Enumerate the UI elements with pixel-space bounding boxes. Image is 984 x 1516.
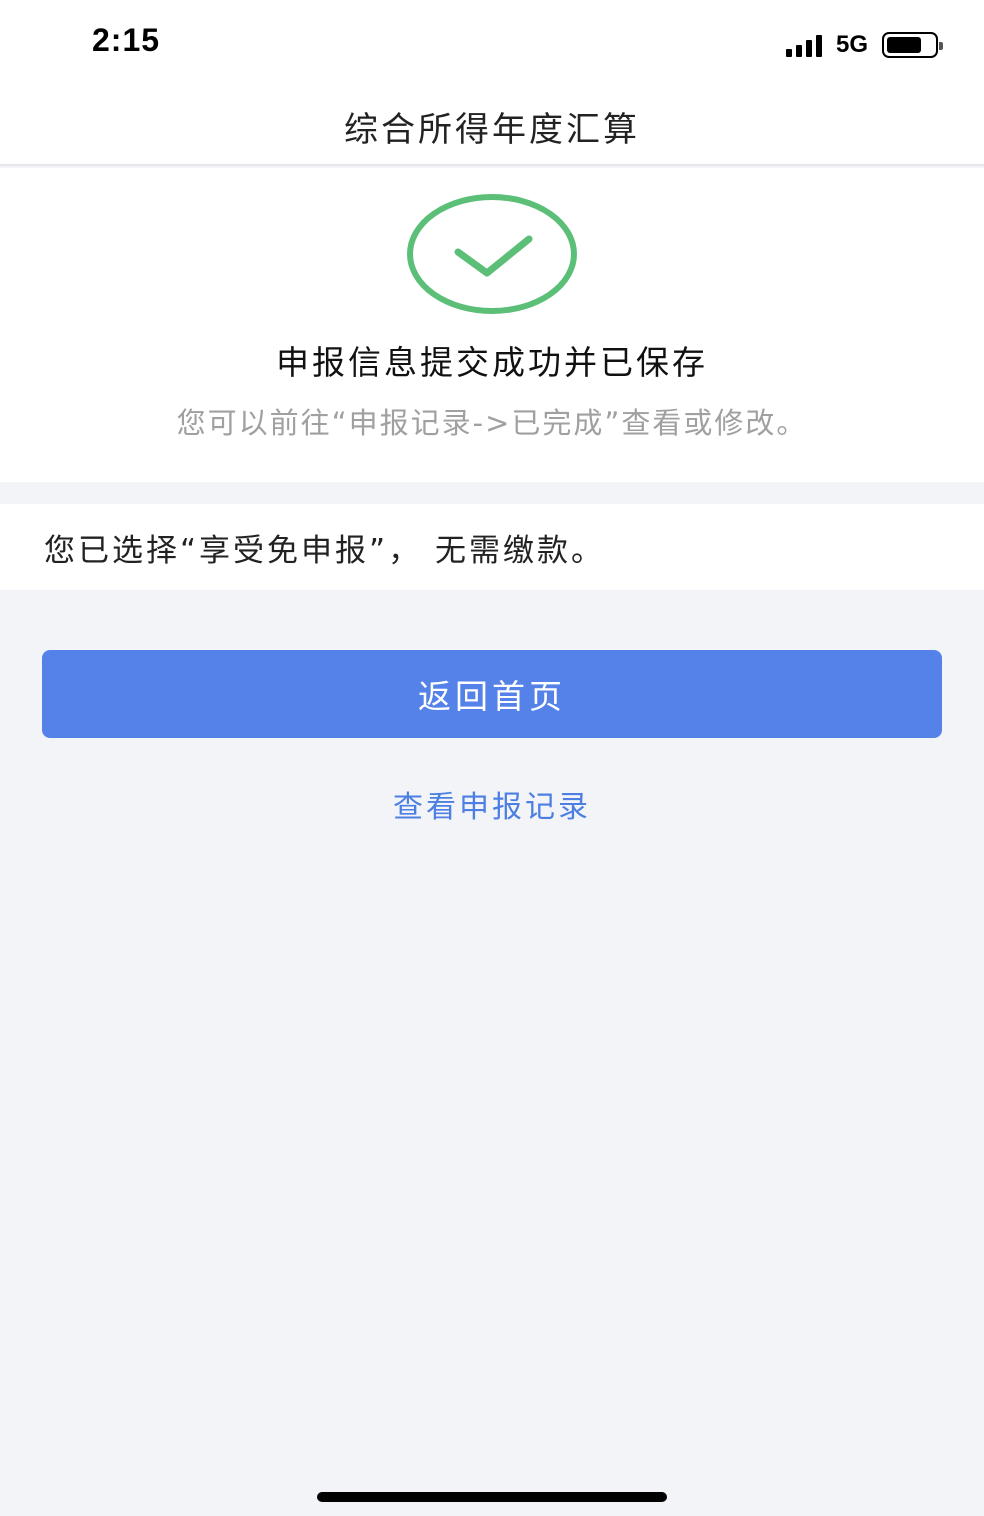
battery-icon <box>882 32 943 58</box>
return-home-button[interactable]: 返回首页 <box>42 650 942 738</box>
check-circle-icon <box>407 194 577 314</box>
result-card: 申报信息提交成功并已保存 您可以前往“申报记录->已完成”查看或修改。 <box>0 168 984 482</box>
signal-icon <box>785 33 822 57</box>
page-title: 综合所得年度汇算 <box>344 109 640 150</box>
result-title: 申报信息提交成功并已保存 <box>276 343 708 382</box>
nav-header: 综合所得年度汇算 <box>0 88 984 166</box>
status-indicators: 5G <box>785 28 943 62</box>
result-hint: 您可以前往“申报记录->已完成”查看或修改。 <box>176 406 808 440</box>
status-time: 2:15 <box>92 22 161 58</box>
view-records-link[interactable]: 查看申报记录 <box>0 782 984 826</box>
network-label: 5G <box>835 31 868 58</box>
return-home-label: 返回首页 <box>418 678 566 715</box>
notice-text: 您已选择“享受免申报”， 无需缴款。 <box>44 532 605 569</box>
notice-bar: 您已选择“享受免申报”， 无需缴款。 <box>0 504 984 590</box>
screen: 2:15 5G 综合所得年度汇算 申报信息提交成功并已保存 您可以前往“申报记录… <box>0 0 984 1516</box>
home-indicator[interactable] <box>317 1492 667 1502</box>
status-bar: 2:15 5G <box>0 0 984 88</box>
